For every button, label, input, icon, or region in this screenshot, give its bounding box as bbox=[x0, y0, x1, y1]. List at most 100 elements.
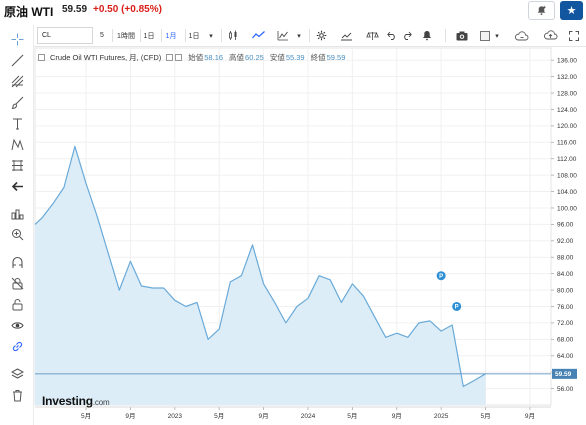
area-chart-icon[interactable] bbox=[250, 27, 266, 44]
legend-high-value: 60.25 bbox=[245, 53, 264, 62]
toolbar-divider bbox=[140, 29, 141, 42]
toolbar-divider bbox=[112, 29, 113, 42]
toolbar-divider bbox=[309, 29, 310, 42]
y-tick-label: 120.00 bbox=[557, 123, 577, 130]
toolbar-divider bbox=[221, 29, 222, 42]
measure-icon[interactable] bbox=[9, 205, 25, 221]
legend-series-name: Crude Oil WTI Futures, 月, (CFD) bbox=[50, 53, 162, 62]
fullscreen-icon[interactable] bbox=[566, 27, 582, 44]
legend-high-label: 高値 bbox=[229, 53, 245, 62]
x-tick-label: 9月 bbox=[525, 412, 535, 420]
legend-open-label: 始値 bbox=[188, 53, 204, 62]
chart-toolbar: CL 5 1時間 1日 1月 1日 ▾ ▾ ▾ bbox=[34, 25, 586, 47]
zoom-in-icon[interactable] bbox=[9, 226, 25, 242]
x-tick-label: 5月 bbox=[347, 412, 357, 420]
interval-dropdown-chevron-icon[interactable]: ▾ bbox=[206, 27, 216, 44]
interval-1h[interactable]: 1時間 bbox=[114, 27, 138, 44]
last-price-tag-label: 59.59 bbox=[555, 371, 572, 378]
trend-line-icon[interactable] bbox=[9, 52, 25, 68]
text-tool-icon[interactable] bbox=[9, 115, 25, 131]
event-marker-label: P bbox=[439, 274, 443, 280]
layers-icon[interactable] bbox=[9, 366, 25, 382]
cloud-sync-icon[interactable] bbox=[510, 27, 532, 44]
y-tick-label: 124.00 bbox=[557, 107, 577, 114]
y-tick-label: 56.00 bbox=[557, 386, 574, 393]
y-tick-label: 132.00 bbox=[557, 74, 577, 81]
y-tick-label: 116.00 bbox=[557, 140, 577, 147]
eye-icon[interactable] bbox=[9, 317, 25, 333]
magnet-icon[interactable] bbox=[9, 254, 25, 270]
layout-dropdown-chevron-icon[interactable]: ▾ bbox=[492, 27, 502, 44]
watchlist-star-button[interactable]: ★ bbox=[560, 1, 583, 20]
pitchfork-icon[interactable] bbox=[9, 73, 25, 89]
x-tick-label: 9月 bbox=[125, 412, 135, 420]
lock-drawing-icon[interactable] bbox=[9, 275, 25, 291]
settings-gear-icon[interactable] bbox=[314, 27, 328, 44]
cloud-upload-icon[interactable] bbox=[539, 27, 561, 44]
compare-scale-icon[interactable] bbox=[364, 27, 380, 44]
legend-low-label: 安値 bbox=[269, 53, 285, 62]
y-tick-label: 72.00 bbox=[557, 320, 574, 327]
x-tick-label: 2025 bbox=[434, 413, 449, 420]
bell-plus-icon bbox=[537, 5, 546, 16]
legend-collapse-icon[interactable] bbox=[38, 54, 45, 61]
y-tick-label: 128.00 bbox=[557, 90, 577, 97]
interval-1d[interactable]: 1日 bbox=[142, 27, 156, 44]
x-tick-label: 9月 bbox=[392, 412, 402, 420]
legend-open-value: 58.16 bbox=[204, 53, 224, 62]
y-tick-label: 100.00 bbox=[557, 205, 577, 212]
toolbar-divider bbox=[445, 29, 446, 42]
y-tick-label: 96.00 bbox=[557, 222, 574, 229]
x-tick-label: 5月 bbox=[81, 412, 91, 420]
price-chart[interactable]: 56.0060.0064.0068.0072.0076.0080.0084.00… bbox=[34, 47, 586, 425]
layout-square-icon[interactable] bbox=[478, 27, 492, 44]
logo-brand: Investing bbox=[42, 394, 93, 408]
event-marker-label: P bbox=[455, 305, 459, 311]
chart-legend: Crude Oil WTI Futures, 月, (CFD) 始値 58.16… bbox=[38, 52, 345, 63]
x-tick-label: 9月 bbox=[259, 412, 269, 420]
chart-area[interactable]: 56.0060.0064.0068.0072.0076.0080.0084.00… bbox=[34, 47, 586, 425]
pattern-tool-icon[interactable] bbox=[9, 136, 25, 152]
interval-5[interactable]: 5 bbox=[96, 27, 108, 44]
legend-low-value: 55.39 bbox=[285, 53, 305, 62]
instrument-title: 原油 WTI bbox=[4, 5, 54, 19]
y-tick-label: 112.00 bbox=[557, 156, 577, 163]
interval-1m[interactable]: 1月 bbox=[163, 27, 179, 44]
templates-chart-icon[interactable] bbox=[338, 27, 354, 44]
lock-icon[interactable] bbox=[9, 296, 25, 312]
indicators-icon[interactable] bbox=[274, 27, 292, 44]
y-tick-label: 64.00 bbox=[557, 353, 574, 360]
x-tick-label: 2024 bbox=[301, 413, 316, 420]
header-bar: 原油 WTI 59.59 +0.50 (+0.85%) ★ bbox=[0, 0, 586, 22]
investing-logo: Investing.com bbox=[42, 394, 110, 408]
redo-icon[interactable] bbox=[401, 27, 413, 44]
y-tick-label: 104.00 bbox=[557, 189, 577, 196]
y-tick-label: 136.00 bbox=[557, 58, 577, 65]
trash-icon[interactable] bbox=[9, 387, 25, 403]
indicators-dropdown-chevron-icon[interactable]: ▾ bbox=[294, 27, 304, 44]
y-tick-label: 84.00 bbox=[557, 271, 574, 278]
brush-icon[interactable] bbox=[9, 94, 25, 110]
camera-icon[interactable] bbox=[454, 27, 470, 44]
legend-close-icon[interactable] bbox=[175, 54, 183, 61]
symbol-input[interactable]: CL bbox=[37, 27, 93, 44]
drawing-toolbar bbox=[0, 25, 34, 425]
interval-custom[interactable]: 1日 bbox=[187, 27, 201, 44]
toolbar-divider bbox=[185, 29, 186, 42]
legend-close-value: 59.59 bbox=[326, 53, 346, 62]
x-tick-label: 5月 bbox=[214, 412, 224, 420]
last-price: 59.59 bbox=[62, 4, 88, 15]
y-tick-label: 108.00 bbox=[557, 172, 577, 179]
legend-settings-icon[interactable] bbox=[166, 54, 174, 61]
price-change: +0.50 (+0.85%) bbox=[93, 4, 162, 15]
y-tick-label: 80.00 bbox=[557, 287, 574, 294]
crosshair-icon[interactable] bbox=[9, 31, 25, 47]
fib-retracement-icon[interactable] bbox=[9, 157, 25, 173]
link-icon[interactable] bbox=[9, 338, 25, 354]
alert-button[interactable] bbox=[528, 1, 555, 20]
alert-bell-icon[interactable] bbox=[420, 27, 434, 44]
undo-icon[interactable] bbox=[386, 27, 398, 44]
candles-icon[interactable] bbox=[226, 27, 240, 44]
arrow-left-icon[interactable] bbox=[9, 178, 25, 194]
y-tick-label: 76.00 bbox=[557, 304, 574, 311]
